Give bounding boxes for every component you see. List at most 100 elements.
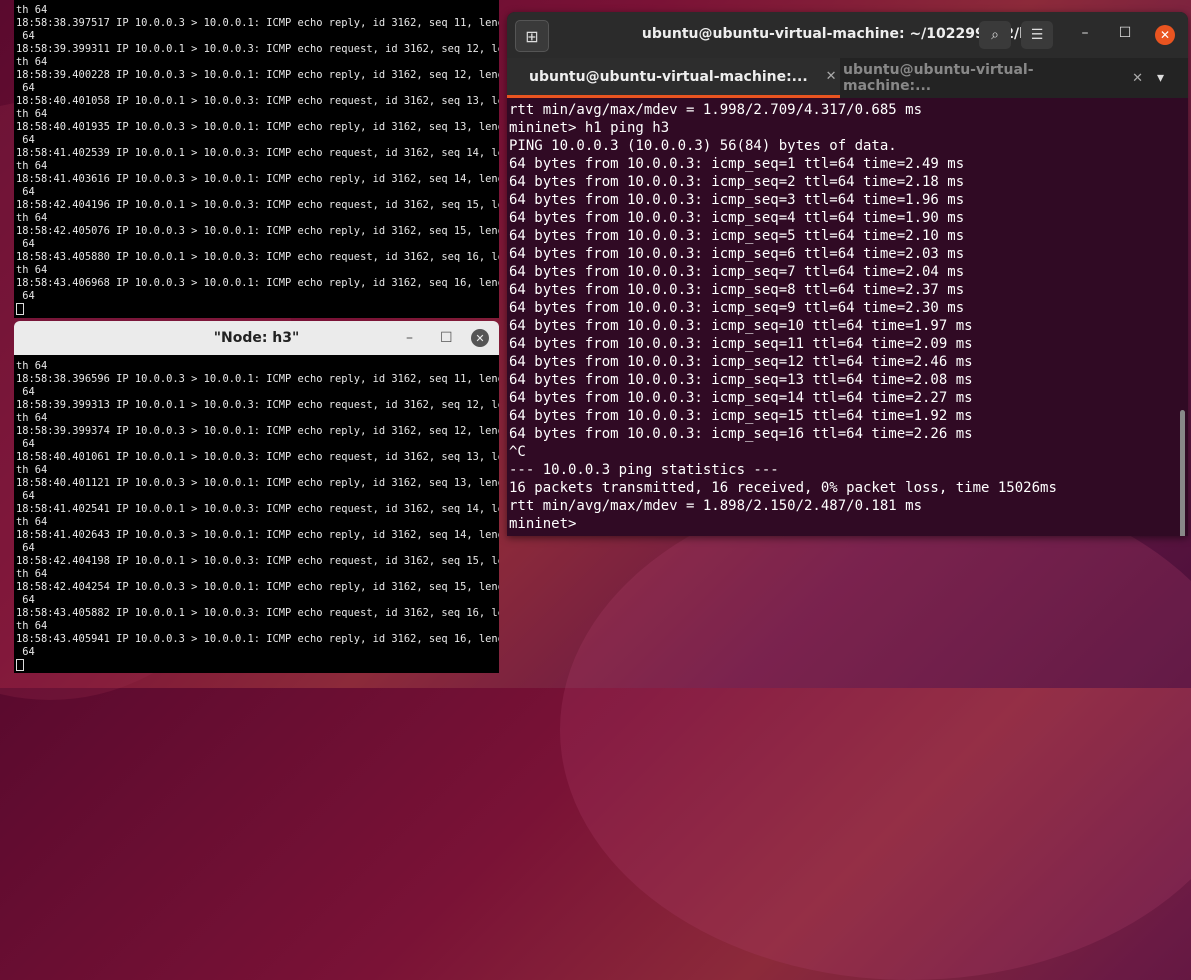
window-titlebar[interactable]: "Node: h3"	[14, 321, 499, 355]
search-button[interactable]: ⌕	[979, 21, 1011, 49]
menu-button[interactable]: ☰	[1021, 21, 1053, 49]
terminal-line: 18:58:39.399313 IP 10.0.0.1 > 10.0.0.3: …	[16, 399, 499, 411]
terminal-line: 64 bytes from 10.0.0.3: icmp_seq=11 ttl=…	[509, 336, 973, 352]
minimize-icon: –	[406, 330, 413, 346]
terminal-line: 18:58:39.400228 IP 10.0.0.3 > 10.0.0.1: …	[16, 69, 499, 81]
terminal-line: 18:58:43.405882 IP 10.0.0.1 > 10.0.0.3: …	[16, 607, 499, 619]
terminal-line: 18:58:40.401121 IP 10.0.0.3 > 10.0.0.1: …	[16, 477, 499, 489]
terminal-line: th 64	[16, 212, 48, 224]
terminal-area[interactable]: th 64 18:58:38.396596 IP 10.0.0.3 > 10.0…	[14, 355, 499, 673]
terminal-line: 18:58:40.401935 IP 10.0.0.3 > 10.0.0.1: …	[16, 121, 499, 133]
terminal-line: ^C	[509, 444, 526, 460]
terminal-line: rtt min/avg/max/mdev = 1.898/2.150/2.487…	[509, 498, 923, 514]
terminal-line: 64	[16, 594, 35, 606]
maximize-button[interactable]: ☐	[1115, 25, 1135, 41]
tab-label: ubuntu@ubuntu-virtual-machine:...	[529, 68, 808, 85]
close-button[interactable]: ✕	[1155, 25, 1175, 45]
terminal-line: 64 bytes from 10.0.0.3: icmp_seq=2 ttl=6…	[509, 174, 965, 190]
terminal-line: 64 bytes from 10.0.0.3: icmp_seq=4 ttl=6…	[509, 210, 965, 226]
terminal-line: rtt min/avg/max/mdev = 1.998/2.709/4.317…	[509, 102, 923, 118]
tab-label: ubuntu@ubuntu-virtual-machine:...	[843, 62, 1034, 94]
terminal-line: 64 bytes from 10.0.0.3: icmp_seq=10 ttl=…	[509, 318, 973, 334]
terminal-line: 18:58:42.405076 IP 10.0.0.3 > 10.0.0.1: …	[16, 225, 499, 237]
wallpaper-shape	[560, 480, 1191, 980]
terminal-line: 64	[16, 542, 35, 554]
terminal-line: th 64	[16, 464, 48, 476]
terminal-line: th 64	[16, 516, 48, 528]
terminal-line: 18:58:42.404196 IP 10.0.0.1 > 10.0.0.3: …	[16, 199, 499, 211]
terminal-line: 64 bytes from 10.0.0.3: icmp_seq=9 ttl=6…	[509, 300, 965, 316]
terminal-line: 18:58:41.402539 IP 10.0.0.1 > 10.0.0.3: …	[16, 147, 499, 159]
terminal-line: 18:58:42.404198 IP 10.0.0.1 > 10.0.0.3: …	[16, 555, 499, 567]
text-cursor	[16, 303, 24, 315]
tabs-dropdown-button[interactable]: ▾	[1157, 58, 1164, 98]
terminal-line: th 64	[16, 160, 48, 172]
terminal-line: 18:58:43.406968 IP 10.0.0.3 > 10.0.0.1: …	[16, 277, 499, 289]
terminal-line: 16 packets transmitted, 16 received, 0% …	[509, 480, 1057, 496]
chevron-down-icon: ▾	[1157, 70, 1165, 86]
terminal-line: 64	[16, 386, 35, 398]
terminal-line: 18:58:38.396596 IP 10.0.0.3 > 10.0.0.1: …	[16, 373, 499, 385]
terminal-line: 64 bytes from 10.0.0.3: icmp_seq=16 ttl=…	[509, 426, 973, 442]
terminal-line: 64 bytes from 10.0.0.3: icmp_seq=5 ttl=6…	[509, 228, 965, 244]
terminal-line: 64	[16, 290, 35, 302]
terminal-cursor-line	[16, 659, 499, 672]
terminal-line: th 64	[16, 56, 48, 68]
terminal-cursor-line	[16, 303, 499, 316]
maximize-icon: ☐	[1118, 25, 1132, 41]
xterm-window-top[interactable]: th 64 18:58:38.397517 IP 10.0.0.3 > 10.0…	[14, 0, 499, 318]
tab-bar: ubuntu@ubuntu-virtual-machine:... ✕ ubun…	[507, 58, 1188, 98]
terminal-line: 64 bytes from 10.0.0.3: icmp_seq=1 ttl=6…	[509, 156, 965, 172]
terminal-line: th 64	[16, 108, 48, 120]
terminal-line: 64 bytes from 10.0.0.3: icmp_seq=6 ttl=6…	[509, 246, 965, 262]
tab-close-icon[interactable]: ✕	[826, 69, 837, 84]
terminal-line: 18:58:43.405941 IP 10.0.0.3 > 10.0.0.1: …	[16, 633, 499, 645]
tab-2[interactable]: ubuntu@ubuntu-virtual-machine:... ✕	[843, 58, 1143, 98]
search-icon: ⌕	[991, 27, 999, 43]
terminal-line: 64 bytes from 10.0.0.3: icmp_seq=13 ttl=…	[509, 372, 973, 388]
minimize-button[interactable]: –	[406, 321, 413, 355]
terminal-line: --- 10.0.0.3 ping statistics ---	[509, 462, 779, 478]
tab-close-icon[interactable]: ✕	[1132, 71, 1143, 86]
terminal-line: 64 bytes from 10.0.0.3: icmp_seq=7 ttl=6…	[509, 264, 965, 280]
terminal-line: 64	[16, 82, 35, 94]
terminal-line: PING 10.0.0.3 (10.0.0.3) 56(84) bytes of…	[509, 138, 897, 154]
terminal-line: th 64	[16, 4, 48, 16]
terminal-line: 18:58:40.401061 IP 10.0.0.1 > 10.0.0.3: …	[16, 451, 499, 463]
terminal-line: 18:58:41.403616 IP 10.0.0.3 > 10.0.0.1: …	[16, 173, 499, 185]
terminal-line: 64 bytes from 10.0.0.3: icmp_seq=15 ttl=…	[509, 408, 973, 424]
tab-1[interactable]: ubuntu@ubuntu-virtual-machine:... ✕	[507, 58, 840, 98]
close-button[interactable]: ✕	[471, 321, 489, 355]
terminal-line: 64	[16, 438, 35, 450]
minimize-button[interactable]: –	[1075, 25, 1095, 41]
maximize-icon: ☐	[440, 330, 453, 346]
terminal-line: 64	[16, 30, 35, 42]
terminal-area[interactable]: rtt min/avg/max/mdev = 1.998/2.709/4.317…	[509, 101, 1176, 533]
terminal-line: 64 bytes from 10.0.0.3: icmp_seq=14 ttl=…	[509, 390, 973, 406]
terminal-line: 18:58:41.402541 IP 10.0.0.1 > 10.0.0.3: …	[16, 503, 499, 515]
terminal-line: th 64	[16, 264, 48, 276]
close-icon: ✕	[471, 329, 489, 347]
terminal-line: 18:58:40.401058 IP 10.0.0.1 > 10.0.0.3: …	[16, 95, 499, 107]
close-icon: ✕	[1159, 28, 1171, 42]
terminal-line: 18:58:41.402643 IP 10.0.0.3 > 10.0.0.1: …	[16, 529, 499, 541]
terminal-line: 18:58:43.405880 IP 10.0.0.1 > 10.0.0.3: …	[16, 251, 499, 263]
terminal-line: 18:58:42.404254 IP 10.0.0.3 > 10.0.0.1: …	[16, 581, 499, 593]
terminal-prompt: mininet>	[509, 516, 585, 532]
terminal-line: 64	[16, 134, 35, 146]
terminal-line: 18:58:38.397517 IP 10.0.0.3 > 10.0.0.1: …	[16, 17, 499, 29]
hamburger-menu-icon: ☰	[1030, 27, 1044, 43]
terminal-line: 64 bytes from 10.0.0.3: icmp_seq=3 ttl=6…	[509, 192, 965, 208]
headerbar[interactable]: ⊞ ubuntu@ubuntu-virtual-machine: ~/10229…	[507, 12, 1188, 58]
terminal-line: 18:58:39.399311 IP 10.0.0.1 > 10.0.0.3: …	[16, 43, 499, 55]
minimize-icon: –	[1081, 25, 1089, 41]
terminal-line: th 64	[16, 360, 48, 372]
gnome-terminal-window[interactable]: ⊞ ubuntu@ubuntu-virtual-machine: ~/10229…	[507, 12, 1188, 536]
terminal-line: 64 bytes from 10.0.0.3: icmp_seq=8 ttl=6…	[509, 282, 965, 298]
text-cursor	[16, 659, 24, 671]
scrollbar[interactable]	[1180, 410, 1185, 536]
terminal-line: 18:58:39.399374 IP 10.0.0.3 > 10.0.0.1: …	[16, 425, 499, 437]
maximize-button[interactable]: ☐	[440, 321, 453, 355]
xterm-window-h3[interactable]: "Node: h3" – ☐ ✕ th 64 18:58:38.396596 I…	[14, 321, 499, 673]
window-title: "Node: h3"	[213, 330, 300, 346]
